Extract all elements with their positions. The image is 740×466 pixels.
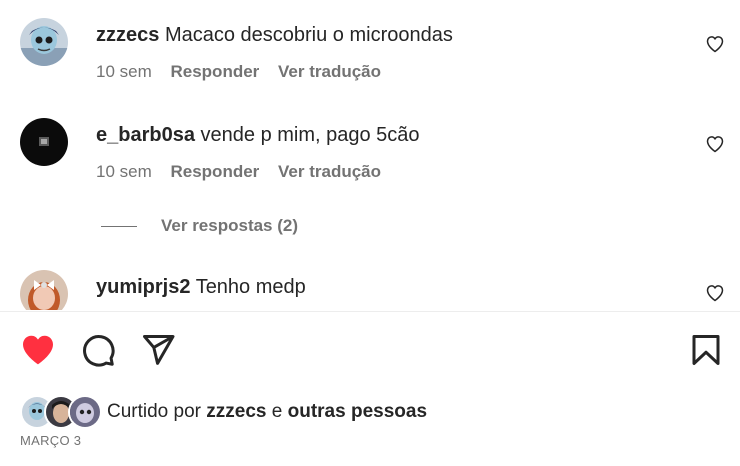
comment-time: 10 sem xyxy=(96,162,152,181)
avatar[interactable] xyxy=(20,118,68,166)
translate-button[interactable]: Ver tradução xyxy=(278,62,381,81)
comment-meta: 10 sem Responder Ver tradução xyxy=(96,162,395,182)
comment-text: yumiprjs2 Tenho medp xyxy=(96,274,306,300)
comment-body: Macaco descobriu o microondas xyxy=(164,24,453,46)
likes-others-link[interactable]: outras pessoas xyxy=(288,401,427,422)
likes-text: Curtido por zzzecs e outras pessoas xyxy=(107,401,427,423)
bookmark-icon[interactable] xyxy=(688,332,724,368)
comment-text: e_barb0sa vende p mim, pago 5cão xyxy=(96,122,420,148)
like-comment-heart-icon[interactable] xyxy=(705,34,725,54)
likes-summary: Curtido por zzzecs e outras pessoas xyxy=(20,394,427,430)
comment-meta: 10 sem Responder Ver tradução xyxy=(96,62,395,82)
like-comment-heart-icon[interactable] xyxy=(705,283,725,303)
view-replies-button[interactable]: Ver respostas (2) xyxy=(101,214,298,238)
comment-username[interactable]: yumiprjs2 xyxy=(96,276,190,298)
comment-time: 10 sem xyxy=(96,62,152,81)
likes-conjunction: e xyxy=(271,401,283,422)
reply-button[interactable]: Responder xyxy=(170,62,259,81)
comments-list: zzzecs Macaco descobriu o microondas 10 … xyxy=(0,0,740,310)
avatar[interactable] xyxy=(20,18,68,66)
reply-button[interactable]: Responder xyxy=(170,162,259,181)
liker-avatars[interactable] xyxy=(20,395,102,429)
liker-username[interactable]: zzzecs xyxy=(206,401,266,422)
post-date[interactable]: MARÇO 3 xyxy=(20,433,81,448)
translate-button[interactable]: Ver tradução xyxy=(278,162,381,181)
comment-body: vende p mim, pago 5cão xyxy=(200,124,420,146)
comment-body: Tenho medp xyxy=(195,276,306,298)
send-icon[interactable] xyxy=(140,332,176,368)
likes-prefix: Curtido por xyxy=(107,401,201,422)
comment-username[interactable]: zzzecs xyxy=(96,24,159,46)
comment-username[interactable]: e_barb0sa xyxy=(96,124,195,146)
section-divider xyxy=(0,311,740,312)
like-comment-heart-icon[interactable] xyxy=(705,134,725,154)
heart-filled-icon[interactable] xyxy=(20,332,56,368)
avatar[interactable] xyxy=(20,270,68,310)
comment-icon[interactable] xyxy=(80,332,116,368)
avatar xyxy=(68,395,102,429)
replies-divider-line xyxy=(101,225,137,227)
view-replies-label: Ver respostas (2) xyxy=(161,216,299,235)
comment-text: zzzecs Macaco descobriu o microondas xyxy=(96,22,453,48)
